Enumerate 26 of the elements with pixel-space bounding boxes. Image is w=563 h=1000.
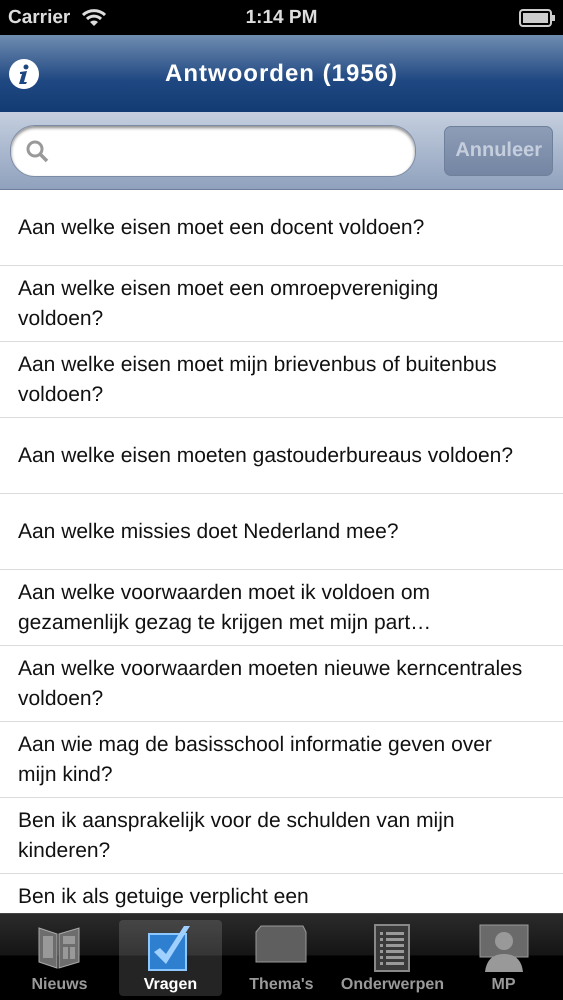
clock-time: 1:14 PM — [246, 6, 318, 28]
question-item[interactable]: Aan welke eisen moeten gastouderbureaus voldoen? — [0, 418, 563, 494]
folder-icon — [255, 924, 308, 964]
wifi-icon — [82, 8, 106, 26]
question-item[interactable]: Aan welke eisen moet een docent voldoen? — [0, 190, 563, 266]
tab-bar-item[interactable]: Nieuws — [8, 920, 111, 996]
question-item[interactable]: Ben ik aansprakelijk voor de schulden van mijn kinderen? — [0, 798, 563, 874]
question-item[interactable]: Aan welke voorwaarden moet ik voldoen om gezamenlijk gezag te krijgen met mijn part… — [0, 570, 563, 646]
person-silhouette-icon — [478, 924, 529, 972]
document-list-icon — [374, 924, 410, 972]
question-item[interactable]: Aan wie mag de basisschool informatie geven over mijn kind? — [0, 722, 563, 798]
tab-bar-item[interactable]: Vragen — [118, 920, 222, 996]
question-item[interactable]: Aan welke eisen moet mijn brievenbus of buitenbus voldoen? — [0, 342, 563, 418]
carrier-label: Carrier — [8, 6, 70, 28]
battery-icon — [519, 8, 555, 26]
question-item[interactable]: Aan welke eisen moet een omroepvereniging voldoen? — [0, 266, 563, 342]
question-item[interactable]: Aan welke voorwaarden moeten nieuwe kerncentrales voldoen? — [0, 646, 563, 722]
tab-bar-item[interactable]: MP — [452, 920, 556, 996]
search-icon — [25, 138, 49, 162]
search-field[interactable] — [10, 124, 416, 176]
question-item[interactable]: Ben ik als getuige verplicht een — [0, 874, 563, 913]
info-icon[interactable] — [8, 58, 40, 90]
tab-bar-item[interactable]: Onderwerpen — [340, 920, 444, 996]
question-item[interactable]: Aan welke missies doet Nederland mee? — [0, 494, 563, 570]
tab-bar-item[interactable]: Thema's — [230, 920, 333, 996]
screen-title: Antwoorden (1956) — [164, 60, 398, 88]
